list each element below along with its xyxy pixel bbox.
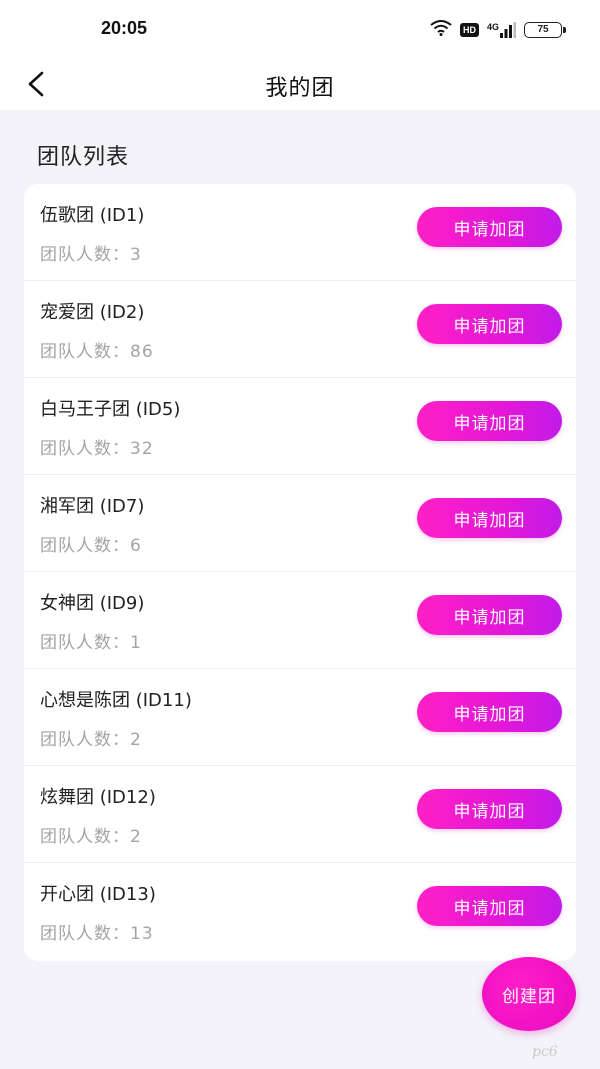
join-team-button[interactable]: 申请加团 bbox=[417, 789, 562, 829]
team-name: 伍歌团 (ID1) bbox=[40, 205, 145, 226]
team-name: 白马王子团 (ID5) bbox=[40, 399, 181, 420]
create-team-button[interactable]: 创建团 bbox=[482, 957, 576, 1031]
hd-icon: HD bbox=[459, 23, 479, 37]
team-name: 开心团 (ID13) bbox=[40, 884, 156, 905]
list-item: 开心团 (ID13) 团队人数：13 申请加团 bbox=[24, 863, 576, 960]
watermark: pc6 bbox=[532, 1044, 558, 1060]
team-member-count: 团队人数：6 bbox=[40, 536, 142, 556]
status-icons: HD 4G 75 bbox=[430, 19, 566, 41]
team-list: 伍歌团 (ID1) 团队人数：3 申请加团 宠爱团 (ID2) 团队人数：86 … bbox=[24, 184, 576, 961]
team-member-count: 团队人数：1 bbox=[40, 633, 142, 653]
join-team-button[interactable]: 申请加团 bbox=[417, 692, 562, 732]
list-item: 湘军团 (ID7) 团队人数：6 申请加团 bbox=[24, 475, 576, 572]
team-member-count: 团队人数：86 bbox=[40, 342, 154, 362]
team-member-count: 团队人数：2 bbox=[40, 827, 142, 847]
list-item: 女神团 (ID9) 团队人数：1 申请加团 bbox=[24, 572, 576, 669]
battery-icon: 75 bbox=[524, 22, 566, 38]
team-name: 宠爱团 (ID2) bbox=[40, 302, 145, 323]
team-name: 心想是陈团 (ID11) bbox=[40, 690, 192, 711]
network-type-label: 4G bbox=[486, 22, 499, 32]
team-member-count: 团队人数：2 bbox=[40, 730, 142, 750]
section-title: 团队列表 bbox=[37, 145, 130, 170]
team-name: 女神团 (ID9) bbox=[40, 593, 145, 614]
status-bar: 20:05 HD 4G 75 bbox=[0, 0, 600, 58]
team-member-count: 团队人数：3 bbox=[40, 245, 142, 265]
team-name: 湘军团 (ID7) bbox=[40, 496, 145, 517]
list-item: 炫舞团 (ID12) 团队人数：2 申请加团 bbox=[24, 766, 576, 863]
list-item: 伍歌团 (ID1) 团队人数：3 申请加团 bbox=[24, 184, 576, 281]
page-title: 我的团 bbox=[265, 76, 335, 101]
join-team-button[interactable]: 申请加团 bbox=[417, 498, 562, 538]
join-team-button[interactable]: 申请加团 bbox=[417, 207, 562, 247]
team-page: 20:05 HD 4G 75 我的团 团队列表 伍歌团 (ID1) 团队人数：3… bbox=[0, 0, 600, 1069]
team-member-count: 团队人数：13 bbox=[40, 924, 154, 944]
join-team-button[interactable]: 申请加团 bbox=[417, 304, 562, 344]
join-team-button[interactable]: 申请加团 bbox=[417, 595, 562, 635]
list-item: 心想是陈团 (ID11) 团队人数：2 申请加团 bbox=[24, 669, 576, 766]
wifi-icon bbox=[430, 20, 452, 40]
team-name: 炫舞团 (ID12) bbox=[40, 787, 156, 808]
join-team-button[interactable]: 申请加团 bbox=[417, 401, 562, 441]
join-team-button[interactable]: 申请加团 bbox=[417, 886, 562, 926]
status-time: 20:05 bbox=[101, 18, 148, 38]
list-item: 宠爱团 (ID2) 团队人数：86 申请加团 bbox=[24, 281, 576, 378]
nav-bar: 我的团 bbox=[0, 58, 600, 110]
signal-icon: 4G bbox=[487, 22, 516, 38]
team-member-count: 团队人数：32 bbox=[40, 439, 154, 459]
list-item: 白马王子团 (ID5) 团队人数：32 申请加团 bbox=[24, 378, 576, 475]
